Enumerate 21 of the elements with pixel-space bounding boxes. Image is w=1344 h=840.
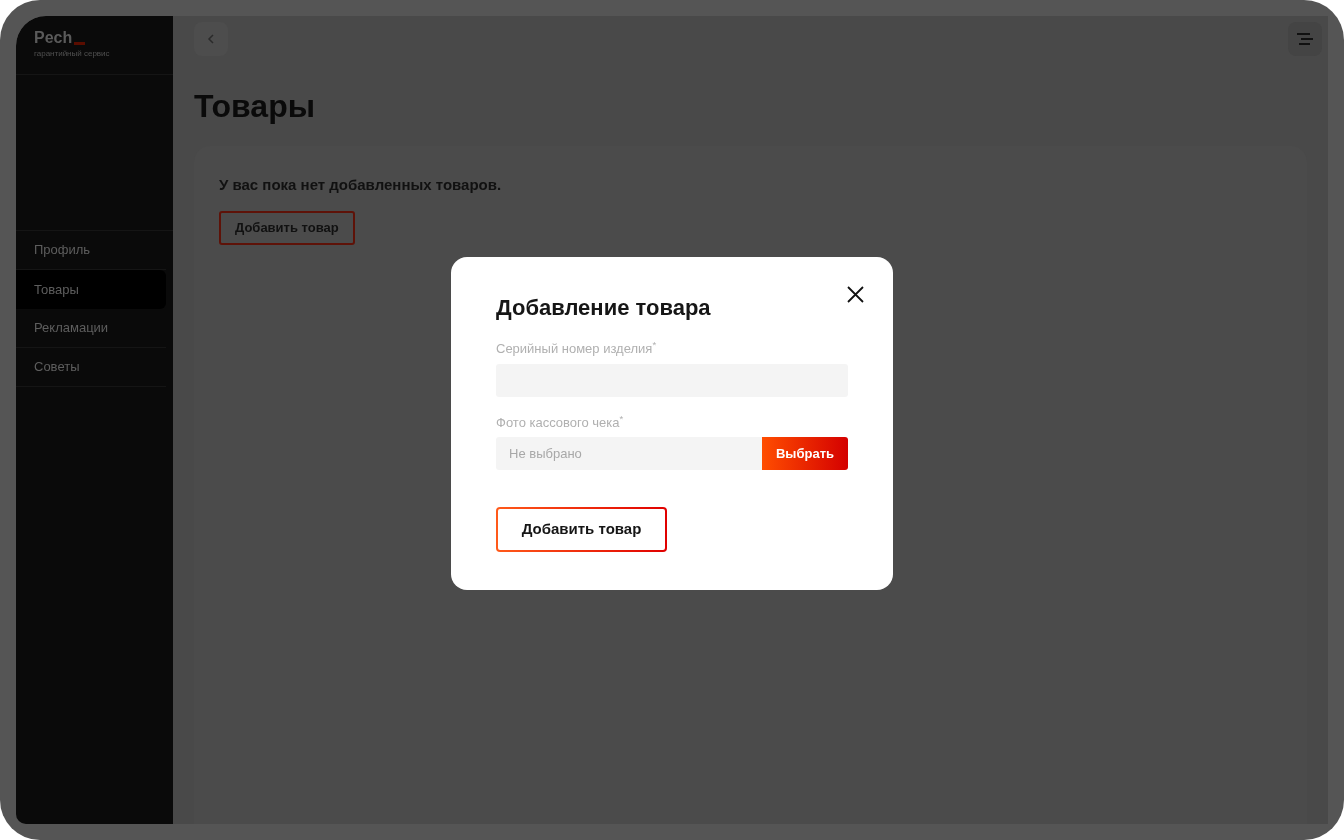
submit-button[interactable]: Добавить товар	[496, 507, 667, 552]
modal-title: Добавление товара	[496, 297, 712, 319]
brand-tagline: гарантийный сервис	[34, 48, 111, 60]
close-button[interactable]	[845, 284, 865, 304]
add-product-button[interactable]: Добавить товар	[219, 210, 355, 245]
field-label: Серийный номер изделия$^{*}$	[496, 339, 658, 358]
brand-logo: Pech	[34, 30, 73, 46]
field-label: Фото кассового чека$^{*}$	[496, 412, 625, 432]
sidebar-item[interactable]: Советы	[16, 348, 166, 387]
choose-file-button[interactable]: Выбрать	[762, 437, 848, 470]
logo-dash-icon	[74, 42, 86, 45]
chevron-left-icon	[207, 34, 215, 44]
page-title: Товары	[194, 90, 316, 122]
file-field[interactable]: Не выбрано	[496, 437, 762, 470]
sidebar-item[interactable]: Товары	[16, 270, 166, 309]
menu-button[interactable]	[1288, 22, 1322, 56]
sidebar-item[interactable]: Рекламации	[16, 309, 166, 348]
back-button[interactable]	[194, 22, 228, 56]
menu-icon	[1296, 33, 1314, 45]
close-icon	[846, 285, 864, 303]
empty-message: У вас пока нет добавленных товаров.	[219, 175, 503, 195]
